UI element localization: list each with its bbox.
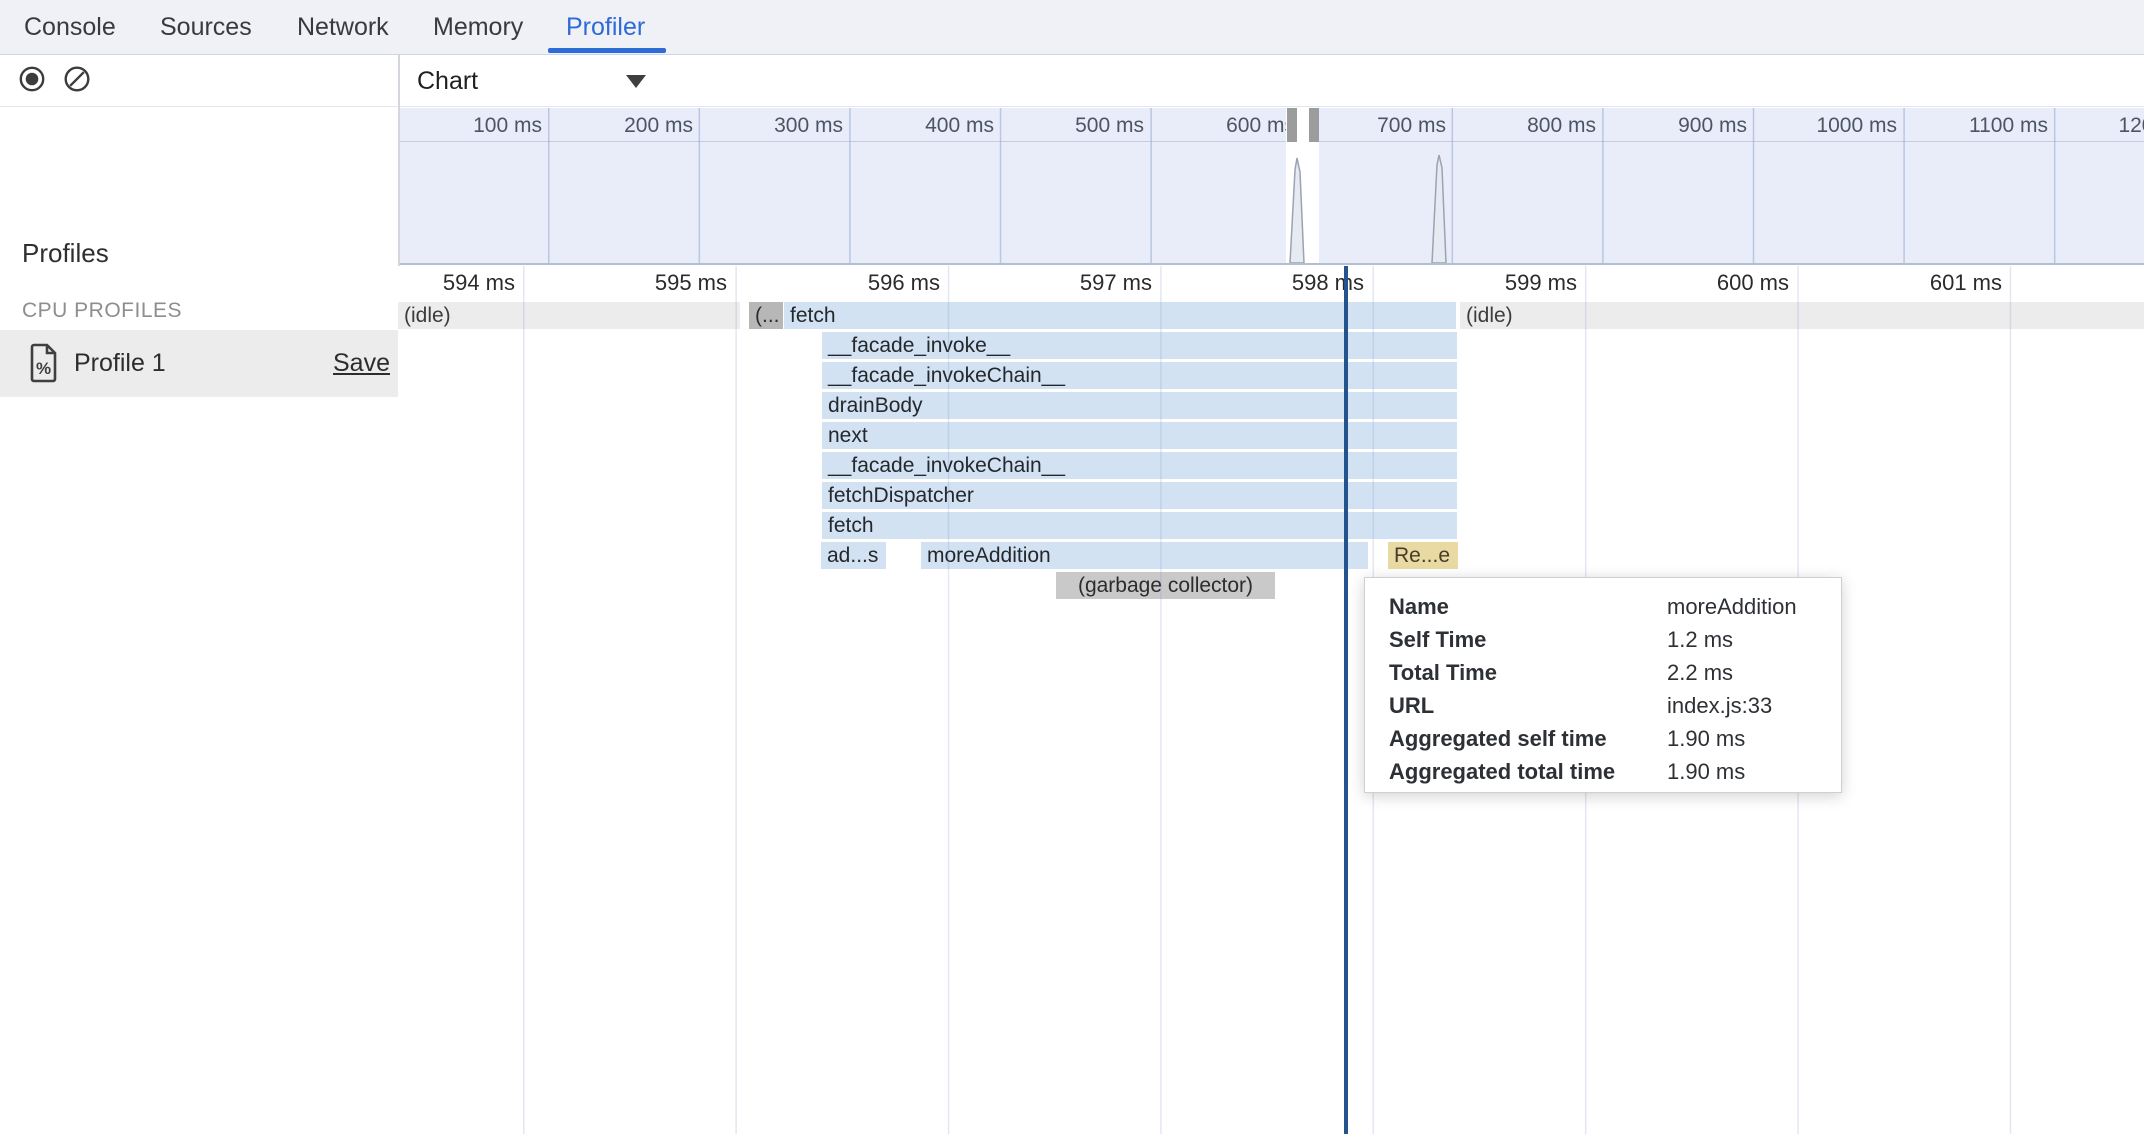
tooltip-label: Total Time bbox=[1389, 656, 1497, 689]
flame-bar-hovered[interactable]: Re...e bbox=[1388, 542, 1458, 569]
flame-chart-pane: 594 ms 595 ms 596 ms 597 ms 598 ms 599 m… bbox=[398, 266, 2144, 1134]
flame-bar-garbage-collector[interactable]: (garbage collector) bbox=[1056, 572, 1275, 599]
tooltip-value: 1.2 ms bbox=[1667, 623, 1733, 656]
flame-bar-fetch[interactable]: fetch bbox=[784, 302, 1456, 329]
tooltip-row: Total Time 2.2 ms bbox=[1365, 656, 1841, 689]
devtools-tab-bar: Console Sources Network Memory Profiler bbox=[0, 0, 2144, 55]
profiler-toolbar bbox=[0, 55, 2144, 107]
tab-memory[interactable]: Memory bbox=[433, 0, 523, 55]
profiler-panel: Console Sources Network Memory Profiler … bbox=[0, 0, 2144, 1134]
current-time-marker bbox=[1344, 266, 1348, 1134]
flame-bar-idle[interactable]: (idle) bbox=[1460, 302, 2144, 329]
tooltip-row: Aggregated self time 1.90 ms bbox=[1365, 722, 1841, 755]
profiles-sidebar: Profiles CPU PROFILES % Profile 1 Save bbox=[0, 107, 398, 1134]
ruler-tick-label: 600 ms bbox=[1639, 270, 1789, 296]
flame-bar-additions[interactable]: ad...s bbox=[821, 542, 886, 569]
record-button[interactable] bbox=[19, 66, 45, 97]
flame-bar-moreaddition[interactable]: moreAddition bbox=[921, 542, 1368, 569]
tooltip-row: Self Time 1.2 ms bbox=[1365, 623, 1841, 656]
tooltip-label: URL bbox=[1389, 689, 1434, 722]
tooltip-value: 1.90 ms bbox=[1667, 722, 1745, 755]
flame-bar-fetchdispatcher[interactable]: fetchDispatcher bbox=[822, 482, 1457, 509]
save-profile-link[interactable]: Save bbox=[333, 330, 390, 397]
cpu-profiles-section-heading: CPU PROFILES bbox=[22, 299, 182, 323]
ruler-tick-label: 597 ms bbox=[1002, 270, 1152, 296]
tooltip-row: Name moreAddition bbox=[1365, 590, 1841, 623]
tooltip-label: Aggregated total time bbox=[1389, 755, 1615, 788]
ruler-tick-label: 601 ms bbox=[1852, 270, 2002, 296]
flame-bar-fetch-inner[interactable]: fetch bbox=[822, 512, 1457, 539]
tooltip-value: index.js:33 bbox=[1667, 689, 1772, 722]
sidebar-item-profile-1[interactable]: % Profile 1 Save bbox=[0, 330, 398, 397]
flame-bar-next[interactable]: next bbox=[822, 422, 1457, 449]
ruler-tick-label: 594 ms bbox=[398, 270, 515, 296]
tab-sources[interactable]: Sources bbox=[160, 0, 252, 55]
tooltip-row: Aggregated total time 1.90 ms bbox=[1365, 755, 1841, 788]
profile-name: Profile 1 bbox=[74, 330, 166, 397]
clear-button[interactable] bbox=[63, 65, 91, 98]
view-mode-value: Chart bbox=[417, 55, 478, 107]
ruler-tick-label: 598 ms bbox=[1214, 270, 1364, 296]
tooltip-row: URL index.js:33 bbox=[1365, 689, 1841, 722]
tooltip-value: 2.2 ms bbox=[1667, 656, 1733, 689]
selection-left-handle[interactable] bbox=[1287, 108, 1297, 142]
timeline-overview[interactable]: 100 ms 200 ms 300 ms 400 ms 500 ms 600 m… bbox=[400, 108, 2144, 265]
flame-bar-facade-invokechain[interactable]: __facade_invokeChain__ bbox=[822, 362, 1457, 389]
flame-bar-program[interactable]: (... bbox=[749, 302, 783, 329]
flame-bar-facade-invokechain[interactable]: __facade_invokeChain__ bbox=[822, 452, 1457, 479]
tooltip-value: 1.90 ms bbox=[1667, 755, 1745, 788]
tab-profiler[interactable]: Profiler bbox=[566, 0, 645, 55]
selection-right-handle[interactable] bbox=[1309, 108, 1319, 142]
tooltip-label: Name bbox=[1389, 590, 1449, 623]
clear-icon bbox=[63, 80, 91, 97]
profiles-heading: Profiles bbox=[22, 238, 109, 269]
tooltip-label: Self Time bbox=[1389, 623, 1486, 656]
tooltip-value: moreAddition bbox=[1667, 590, 1797, 623]
flame-bar-idle[interactable]: (idle) bbox=[398, 302, 740, 329]
record-icon bbox=[19, 79, 45, 96]
active-tab-underline bbox=[548, 48, 666, 53]
flame-bar-drainbody[interactable]: drainBody bbox=[822, 392, 1457, 419]
tab-console[interactable]: Console bbox=[24, 0, 116, 55]
profile-document-icon: % bbox=[30, 343, 58, 388]
svg-text:%: % bbox=[36, 359, 51, 378]
ruler-tick-label: 595 ms bbox=[577, 270, 727, 296]
tab-network[interactable]: Network bbox=[297, 0, 389, 55]
flame-bar-facade-invoke[interactable]: __facade_invoke__ bbox=[822, 332, 1457, 359]
tooltip-label: Aggregated self time bbox=[1389, 722, 1607, 755]
ruler-tick-label: 599 ms bbox=[1427, 270, 1577, 296]
dropdown-arrow-icon bbox=[626, 75, 646, 88]
ruler-tick-label: 596 ms bbox=[790, 270, 940, 296]
cpu-activity-spikes bbox=[400, 108, 2144, 263]
view-mode-select[interactable]: Chart bbox=[408, 55, 668, 107]
frame-tooltip: Name moreAddition Self Time 1.2 ms Total… bbox=[1364, 577, 1842, 793]
